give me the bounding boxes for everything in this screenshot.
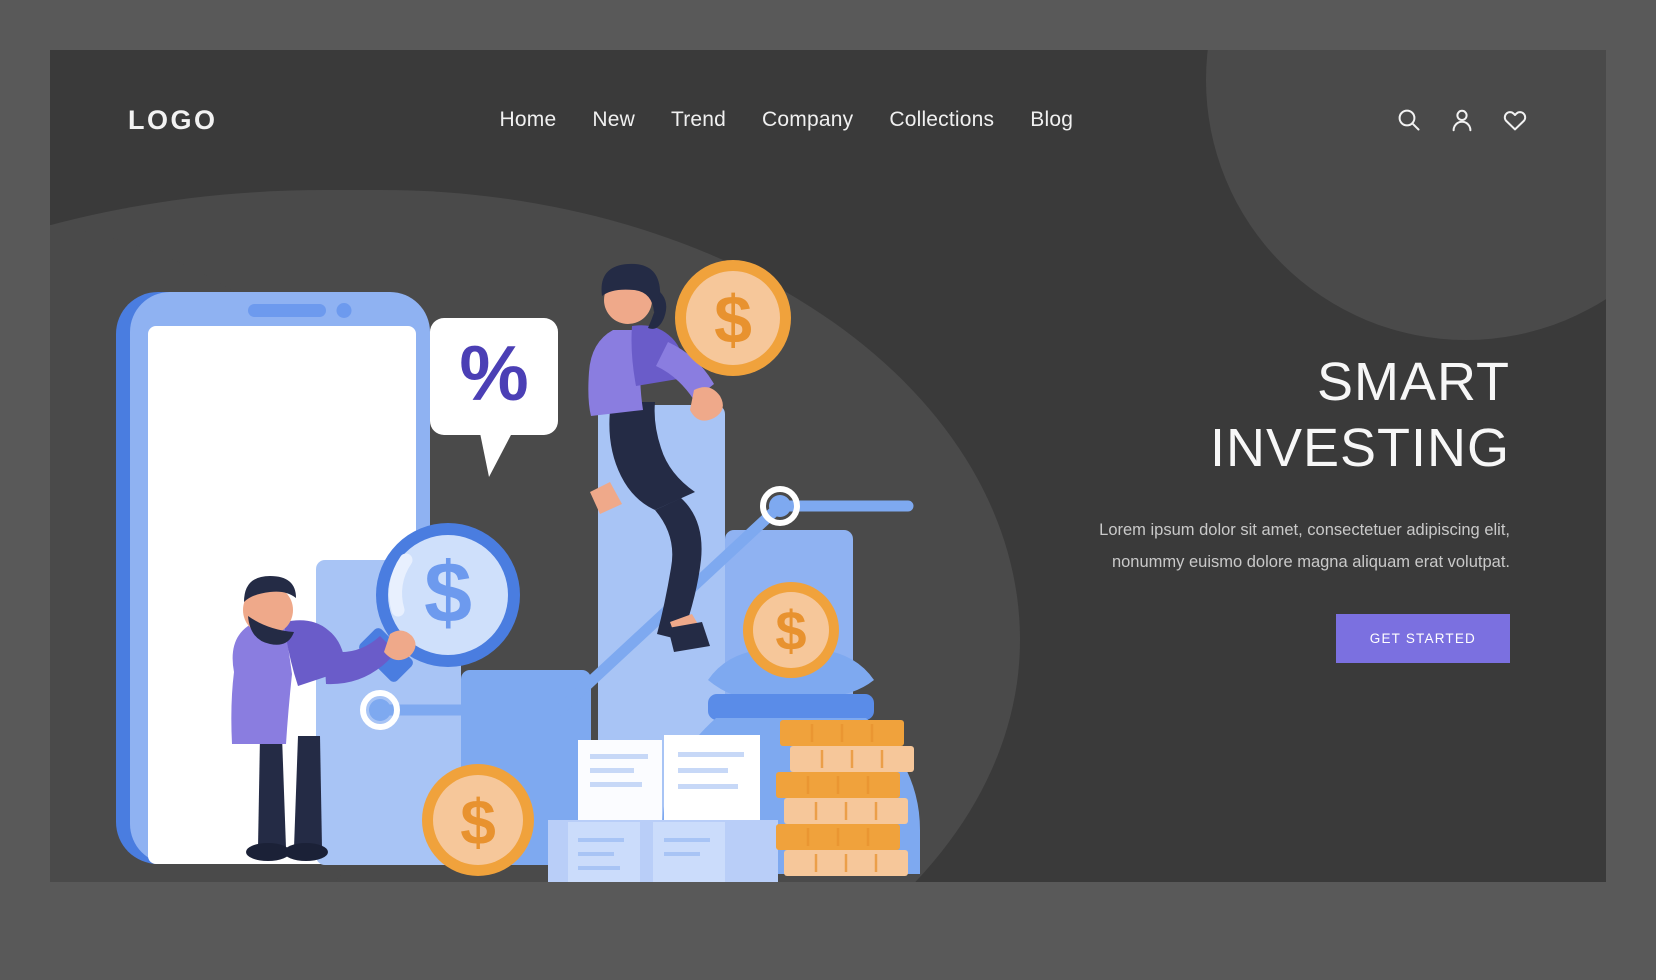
page-title: SMART INVESTING [1040,350,1510,482]
search-icon[interactable] [1396,107,1422,133]
header-actions [1396,107,1528,133]
nav-item-blog[interactable]: Blog [1030,108,1073,132]
site-header: LOGO Home New Trend Company Collections … [50,50,1606,190]
svg-text:$: $ [775,599,806,662]
user-icon[interactable] [1449,107,1475,133]
coin-stack [776,720,914,876]
nav-item-trend[interactable]: Trend [671,108,726,132]
nav-item-company[interactable]: Company [762,108,853,132]
coin-large-held: $ [675,260,791,376]
page-title-line-2: INVESTING [1209,417,1510,478]
percent-speech-bubble: % [430,318,558,477]
hero-copy: SMART INVESTING Lorem ipsum dolor sit am… [1040,350,1510,664]
svg-text:$: $ [714,282,752,358]
logo[interactable]: LOGO [128,105,218,136]
svg-text:$: $ [424,545,472,641]
hero-illustration: $ $ $ % $ [108,230,1008,882]
nav-item-new[interactable]: New [592,108,635,132]
page-title-line-1: SMART [1316,352,1510,412]
hero-panel: LOGO Home New Trend Company Collections … [50,50,1606,882]
heart-icon[interactable] [1502,107,1528,133]
nav-item-home[interactable]: Home [500,108,557,132]
coin-floating: $ [422,764,534,876]
coin-in-bag: $ [743,582,839,678]
svg-text:%: % [459,329,528,417]
nav-item-collections[interactable]: Collections [889,108,994,132]
get-started-button[interactable]: GET STARTED [1335,614,1510,664]
page-root: LOGO Home New Trend Company Collections … [0,0,1656,980]
hero-description: Lorem ipsum dolor sit amet, consectetuer… [1099,520,1510,571]
main-navigation: Home New Trend Company Collections Blog [500,108,1074,132]
svg-text:$: $ [460,786,496,858]
